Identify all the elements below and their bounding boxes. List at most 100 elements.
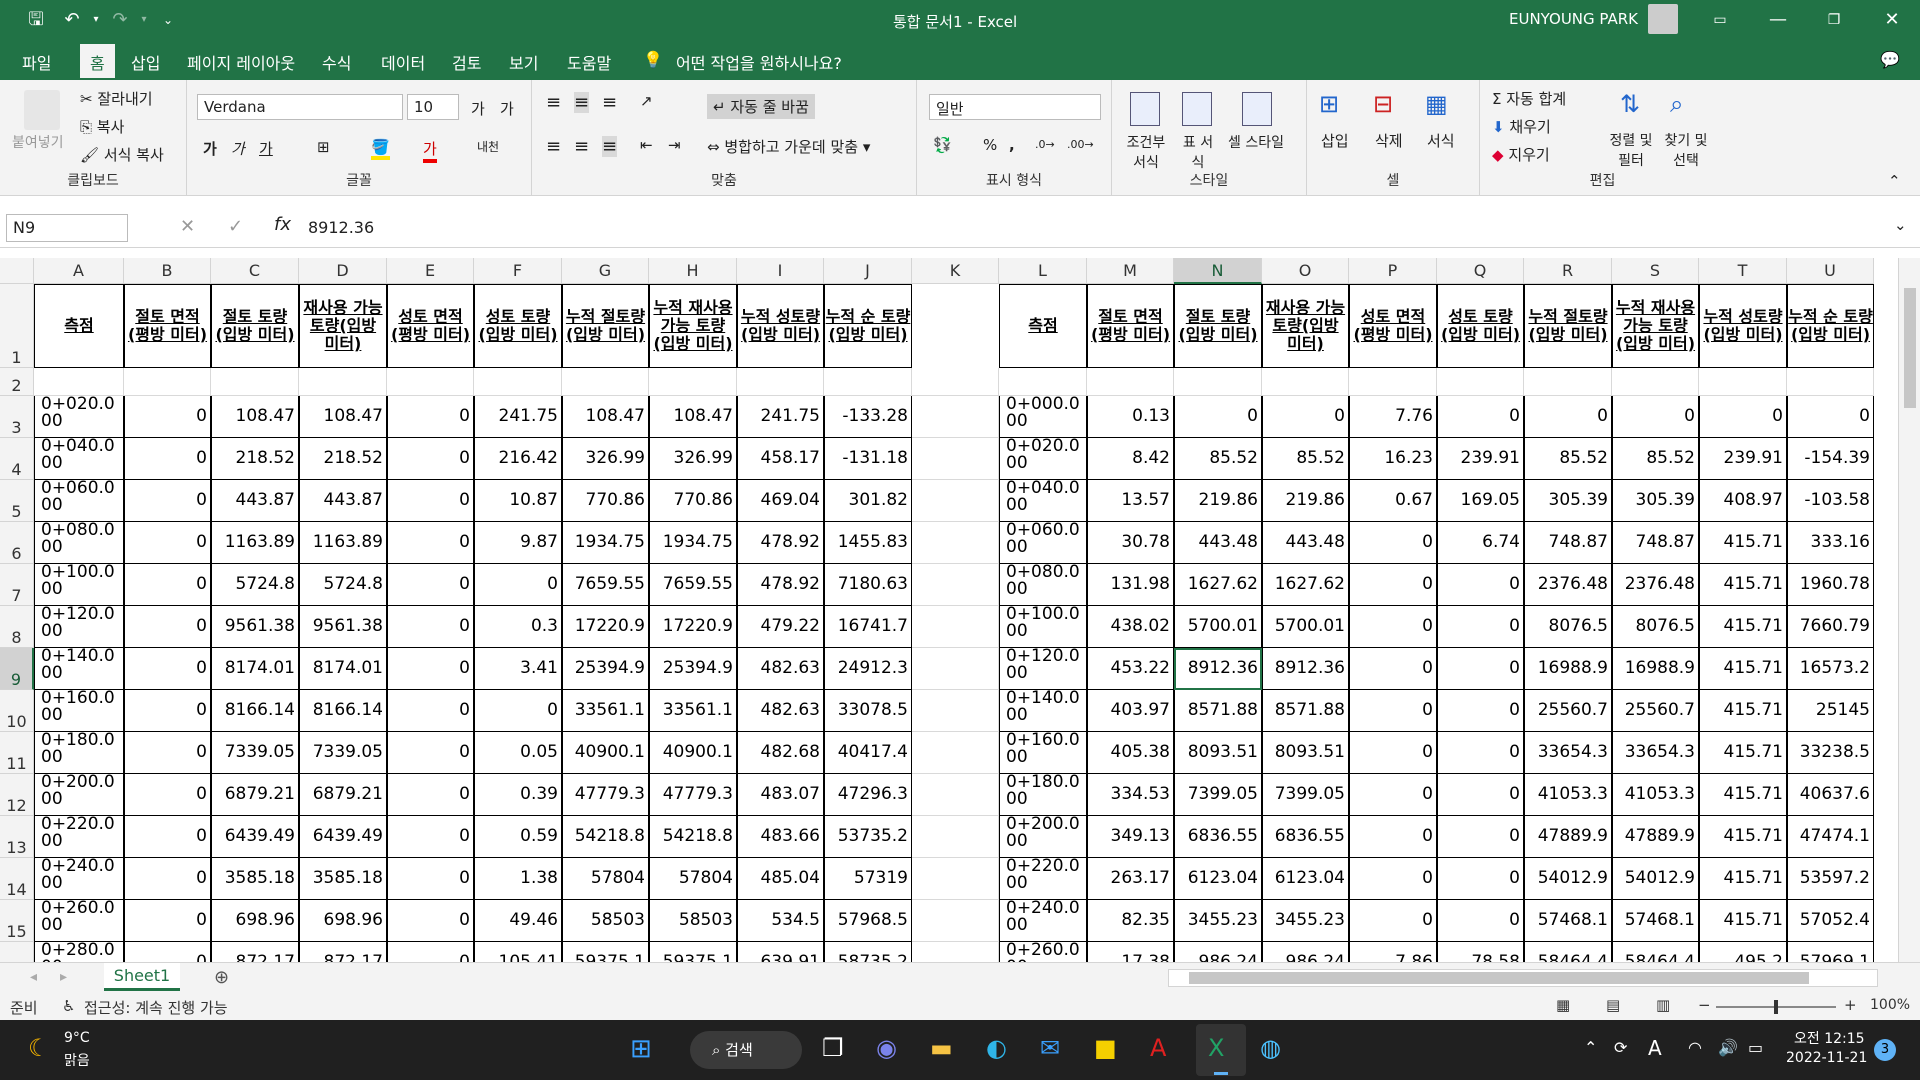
table-cell[interactable]: 1455.83 [824,522,912,564]
undo-icon[interactable]: ↶ [60,8,84,32]
expand-formula-icon[interactable]: ⌄ [1894,216,1907,234]
table-cell[interactable]: 0 [1787,396,1874,438]
table-cell[interactable]: 0 [124,774,211,816]
row-header-1[interactable]: 1 [0,284,34,368]
grow-font-button[interactable]: 가 [471,98,485,119]
table-cell[interactable]: 748.87 [1612,522,1699,564]
header-cell[interactable]: 재사용 가능 토량(입방 미터) [299,284,387,368]
table-cell[interactable]: 8166.14 [211,690,299,732]
table-cell[interactable]: 0 [387,522,474,564]
table-cell[interactable]: 47296.3 [824,774,912,816]
table-cell[interactable]: 17220.9 [649,606,737,648]
table-cell[interactable]: 0 [1612,396,1699,438]
conditional-format-icon[interactable] [1130,92,1160,126]
table-cell[interactable]: 3585.18 [299,858,387,900]
table-cell[interactable]: 0 [1437,606,1524,648]
tell-me-search[interactable]: 어떤 작업을 원하시나요? [676,50,842,74]
table-cell[interactable]: 405.38 [1087,732,1174,774]
station-cell[interactable]: 0+100.000 [34,564,124,606]
table-cell[interactable]: 483.07 [737,774,824,816]
blank-cell[interactable] [387,368,474,396]
table-cell[interactable]: 469.04 [737,480,824,522]
table-cell[interactable]: 482.63 [737,648,824,690]
table-cell[interactable]: 239.91 [1437,438,1524,480]
redo-icon[interactable]: ↷ [108,8,132,32]
weather-desc[interactable]: 맑음 [64,1050,90,1070]
tab-insert[interactable]: 삽입 [131,50,160,74]
table-cell[interactable]: 40637.6 [1787,774,1874,816]
tray-overflow-icon[interactable]: ⌃ [1584,1038,1597,1057]
table-cell[interactable]: 0 [124,564,211,606]
insert-cells-icon[interactable]: ⊞ [1319,90,1339,118]
table-cell[interactable]: 9561.38 [211,606,299,648]
format-table-icon[interactable] [1182,92,1212,126]
table-cell[interactable]: 25560.7 [1524,690,1612,732]
paste-button[interactable]: 붙여넣기 [12,132,64,152]
table-cell[interactable]: 47889.9 [1612,816,1699,858]
header-cell[interactable]: 절토 토량(입방 미터) [1174,284,1262,368]
row-header-9[interactable]: 9 [0,648,34,690]
table-cell[interactable]: 698.96 [299,900,387,942]
blank-cell[interactable] [912,648,999,690]
table-cell[interactable]: 443.87 [211,480,299,522]
table-cell[interactable]: 748.87 [1524,522,1612,564]
table-cell[interactable]: 6123.04 [1262,858,1349,900]
table-cell[interactable]: 53735.2 [824,816,912,858]
horizontal-scrollbar[interactable] [1168,969,1878,987]
shrink-font-button[interactable]: 가 [500,98,514,119]
blank-cell[interactable] [211,368,299,396]
close-icon[interactable]: ✕ [1880,8,1904,32]
table-cell[interactable]: 0 [1437,774,1524,816]
station-cell[interactable]: 0+020.000 [34,396,124,438]
table-cell[interactable]: 415.71 [1699,900,1787,942]
table-cell[interactable]: 57319 [824,858,912,900]
table-cell[interactable]: 33238.5 [1787,732,1874,774]
header-cell[interactable]: 누적 순 토량(입방 미터) [824,284,912,368]
column-header-g[interactable]: G [562,258,649,284]
table-cell[interactable]: 33561.1 [649,690,737,732]
table-cell[interactable]: 6439.49 [211,816,299,858]
save-icon[interactable]: 🖫 [24,8,48,32]
insert-function-icon[interactable]: fx [274,214,291,235]
station-cell[interactable]: 0+080.000 [34,522,124,564]
table-cell[interactable]: 333.16 [1787,522,1874,564]
row-header-6[interactable]: 6 [0,522,34,564]
column-header-u[interactable]: U [1787,258,1874,284]
prev-sheet-icon[interactable]: ◂ [30,969,37,985]
format-cells-button[interactable]: 서식 [1427,130,1455,151]
header-cell[interactable]: 누적 재사용 가능 토량(입방 미터) [1612,284,1699,368]
clock-date[interactable]: 2022-11-21 [1786,1050,1867,1066]
blank-cell[interactable] [912,816,999,858]
table-cell[interactable]: 9561.38 [299,606,387,648]
column-header-t[interactable]: T [1699,258,1787,284]
table-cell[interactable]: 0 [1349,606,1437,648]
blank-cell[interactable] [1787,368,1874,396]
header-cell[interactable]: 절토 토량(입방 미터) [211,284,299,368]
italic-button[interactable]: 가 [231,138,245,159]
table-cell[interactable]: 415.71 [1699,732,1787,774]
increase-indent-icon[interactable]: ⇥ [668,136,681,154]
globe-app-icon[interactable]: ◍ [1260,1034,1281,1062]
align-right-icon[interactable]: ≡ [602,136,618,157]
table-cell[interactable]: 241.75 [737,396,824,438]
table-cell[interactable]: 0 [1437,690,1524,732]
station-cell[interactable]: 0+160.000 [999,732,1087,774]
table-cell[interactable]: 0 [124,606,211,648]
table-cell[interactable]: 218.52 [211,438,299,480]
table-cell[interactable]: 326.99 [562,438,649,480]
table-cell[interactable]: 33078.5 [824,690,912,732]
blank-cell[interactable] [1437,368,1524,396]
table-cell[interactable]: 415.71 [1699,690,1787,732]
table-cell[interactable]: 415.71 [1699,858,1787,900]
table-cell[interactable]: 0.05 [474,732,562,774]
table-cell[interactable]: 33654.3 [1524,732,1612,774]
wifi-icon[interactable]: ◠ [1688,1038,1702,1057]
station-cell[interactable]: 0+060.000 [999,522,1087,564]
row-header-2[interactable]: 2 [0,368,34,396]
scrollbar-thumb[interactable] [1904,288,1916,408]
blank-cell[interactable] [912,732,999,774]
table-cell[interactable]: 415.71 [1699,816,1787,858]
table-cell[interactable]: 58735.2 [824,942,912,962]
table-cell[interactable]: 0 [1349,648,1437,690]
formula-input[interactable]: 8912.36 [308,218,374,237]
